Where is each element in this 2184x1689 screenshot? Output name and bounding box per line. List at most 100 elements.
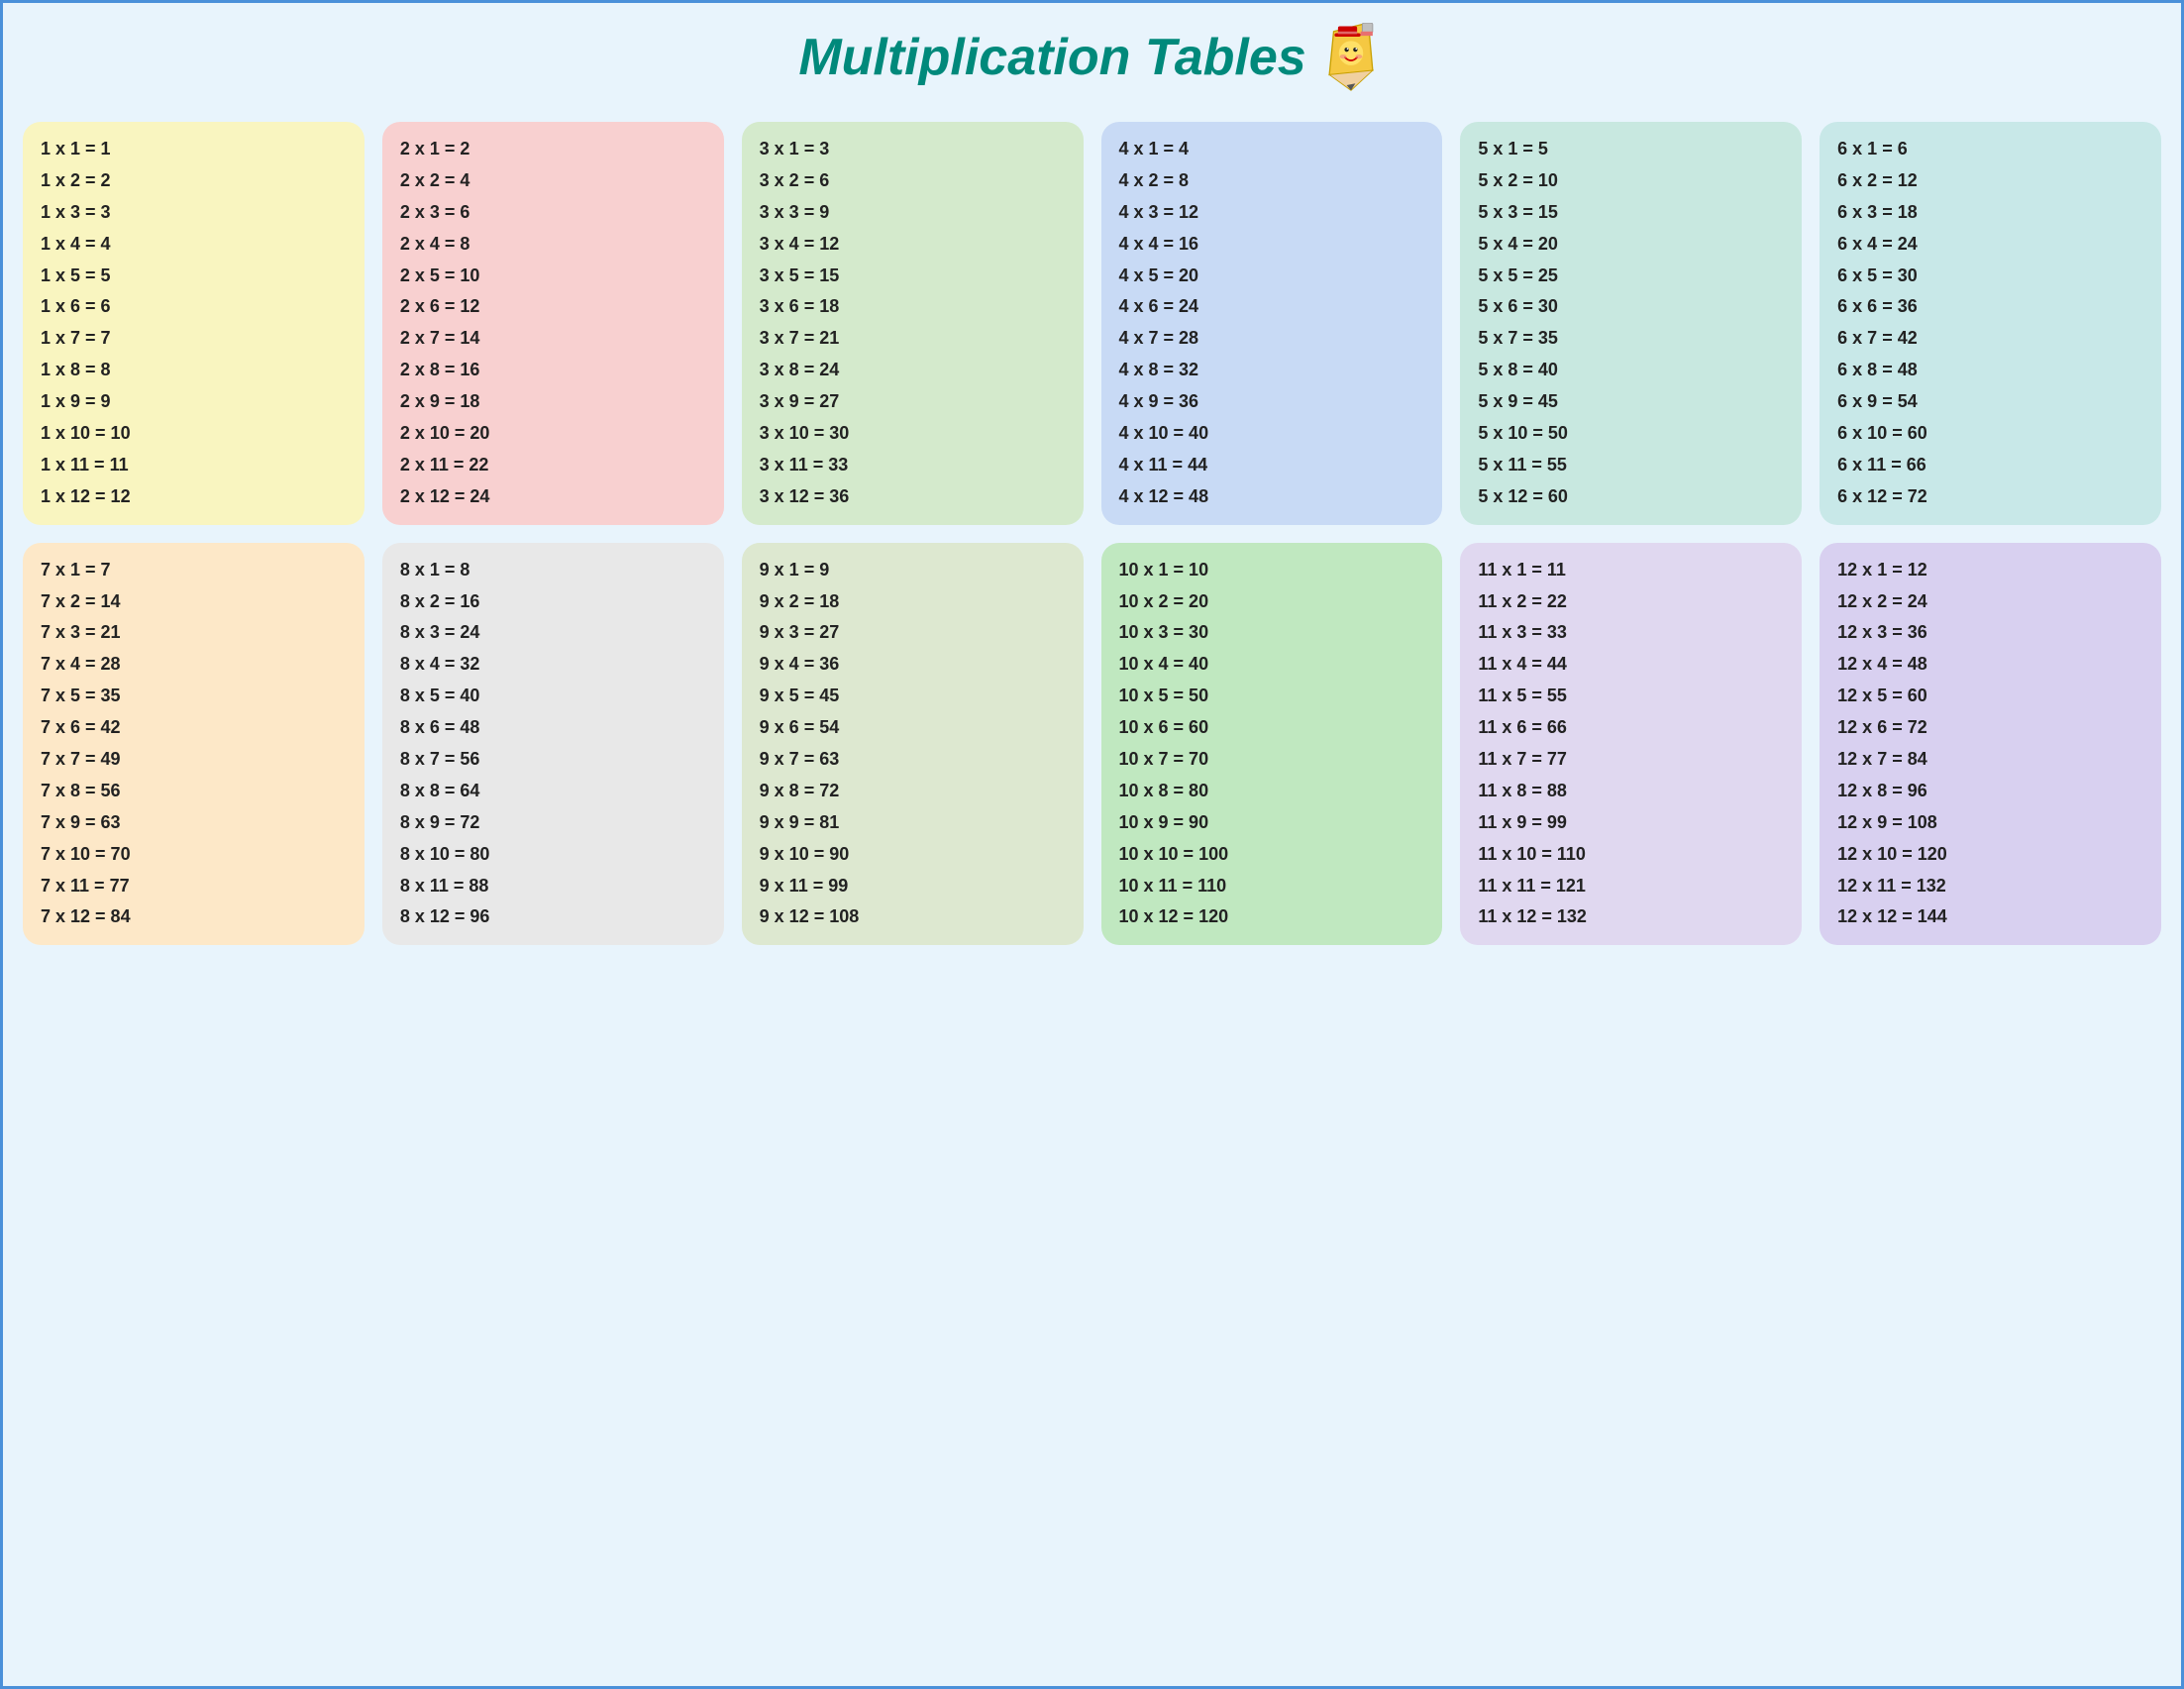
table-row: 2 x 5 = 10 — [400, 263, 706, 290]
table-row: 7 x 1 = 7 — [41, 557, 347, 584]
table-row: 3 x 2 = 6 — [760, 167, 1066, 195]
table-row: 11 x 5 = 55 — [1478, 683, 1784, 710]
table-row: 6 x 9 = 54 — [1837, 388, 2143, 416]
table-row: 7 x 8 = 56 — [41, 778, 347, 805]
table-row: 2 x 7 = 14 — [400, 325, 706, 353]
multiplication-table-12: 12 x 1 = 1212 x 2 = 2412 x 3 = 3612 x 4 … — [1820, 543, 2161, 946]
table-row: 5 x 4 = 20 — [1478, 231, 1784, 259]
table-row: 6 x 3 = 18 — [1837, 199, 2143, 227]
table-row: 10 x 5 = 50 — [1119, 683, 1425, 710]
table-row: 8 x 1 = 8 — [400, 557, 706, 584]
table-row: 5 x 9 = 45 — [1478, 388, 1784, 416]
table-row: 7 x 2 = 14 — [41, 588, 347, 616]
table-row: 3 x 9 = 27 — [760, 388, 1066, 416]
table-row: 1 x 2 = 2 — [41, 167, 347, 195]
table-row: 5 x 12 = 60 — [1478, 483, 1784, 511]
table-row: 1 x 3 = 3 — [41, 199, 347, 227]
table-row: 12 x 8 = 96 — [1837, 778, 2143, 805]
table-row: 8 x 12 = 96 — [400, 903, 706, 931]
table-row: 4 x 2 = 8 — [1119, 167, 1425, 195]
table-row: 3 x 11 = 33 — [760, 452, 1066, 479]
table-row: 3 x 4 = 12 — [760, 231, 1066, 259]
table-row: 2 x 2 = 4 — [400, 167, 706, 195]
table-row: 5 x 11 = 55 — [1478, 452, 1784, 479]
table-row: 4 x 11 = 44 — [1119, 452, 1425, 479]
table-row: 11 x 10 = 110 — [1478, 841, 1784, 869]
table-row: 10 x 10 = 100 — [1119, 841, 1425, 869]
table-row: 9 x 2 = 18 — [760, 588, 1066, 616]
table-row: 5 x 10 = 50 — [1478, 420, 1784, 448]
table-row: 1 x 12 = 12 — [41, 483, 347, 511]
multiplication-table-1: 1 x 1 = 11 x 2 = 21 x 3 = 31 x 4 = 41 x … — [23, 122, 364, 525]
table-row: 4 x 7 = 28 — [1119, 325, 1425, 353]
table-row: 11 x 4 = 44 — [1478, 651, 1784, 679]
multiplication-table-8: 8 x 1 = 88 x 2 = 168 x 3 = 248 x 4 = 328… — [382, 543, 724, 946]
table-row: 7 x 11 = 77 — [41, 873, 347, 900]
table-row: 6 x 8 = 48 — [1837, 357, 2143, 384]
table-row: 3 x 3 = 9 — [760, 199, 1066, 227]
title-area: Multiplication Tables — [23, 23, 2161, 92]
table-row: 8 x 3 = 24 — [400, 619, 706, 647]
table-row: 11 x 7 = 77 — [1478, 746, 1784, 774]
table-row: 2 x 1 = 2 — [400, 136, 706, 163]
table-row: 9 x 3 = 27 — [760, 619, 1066, 647]
table-row: 7 x 10 = 70 — [41, 841, 347, 869]
table-row: 6 x 12 = 72 — [1837, 483, 2143, 511]
pencil-icon — [1316, 23, 1386, 92]
table-row: 5 x 1 = 5 — [1478, 136, 1784, 163]
table-row: 6 x 7 = 42 — [1837, 325, 2143, 353]
table-row: 6 x 5 = 30 — [1837, 263, 2143, 290]
table-row: 9 x 6 = 54 — [760, 714, 1066, 742]
table-row: 8 x 4 = 32 — [400, 651, 706, 679]
table-row: 3 x 12 = 36 — [760, 483, 1066, 511]
table-row: 5 x 8 = 40 — [1478, 357, 1784, 384]
table-row: 1 x 7 = 7 — [41, 325, 347, 353]
table-row: 7 x 6 = 42 — [41, 714, 347, 742]
table-row: 10 x 9 = 90 — [1119, 809, 1425, 837]
table-row: 4 x 5 = 20 — [1119, 263, 1425, 290]
table-row: 11 x 2 = 22 — [1478, 588, 1784, 616]
table-row: 8 x 11 = 88 — [400, 873, 706, 900]
table-row: 4 x 12 = 48 — [1119, 483, 1425, 511]
table-row: 10 x 8 = 80 — [1119, 778, 1425, 805]
table-row: 2 x 10 = 20 — [400, 420, 706, 448]
table-row: 3 x 5 = 15 — [760, 263, 1066, 290]
table-row: 11 x 8 = 88 — [1478, 778, 1784, 805]
page-title: Multiplication Tables — [798, 28, 1305, 87]
table-row: 2 x 8 = 16 — [400, 357, 706, 384]
table-row: 12 x 7 = 84 — [1837, 746, 2143, 774]
multiplication-table-9: 9 x 1 = 99 x 2 = 189 x 3 = 279 x 4 = 369… — [742, 543, 1084, 946]
table-row: 4 x 4 = 16 — [1119, 231, 1425, 259]
table-row: 1 x 6 = 6 — [41, 293, 347, 321]
multiplication-table-5: 5 x 1 = 55 x 2 = 105 x 3 = 155 x 4 = 205… — [1460, 122, 1802, 525]
table-row: 4 x 9 = 36 — [1119, 388, 1425, 416]
table-row: 11 x 12 = 132 — [1478, 903, 1784, 931]
table-row: 5 x 6 = 30 — [1478, 293, 1784, 321]
table-row: 6 x 11 = 66 — [1837, 452, 2143, 479]
table-row: 9 x 12 = 108 — [760, 903, 1066, 931]
table-row: 3 x 8 = 24 — [760, 357, 1066, 384]
table-row: 1 x 11 = 11 — [41, 452, 347, 479]
table-row: 5 x 2 = 10 — [1478, 167, 1784, 195]
table-row: 11 x 6 = 66 — [1478, 714, 1784, 742]
table-row: 12 x 5 = 60 — [1837, 683, 2143, 710]
table-row: 1 x 5 = 5 — [41, 263, 347, 290]
table-row: 11 x 9 = 99 — [1478, 809, 1784, 837]
multiplication-table-6: 6 x 1 = 66 x 2 = 126 x 3 = 186 x 4 = 246… — [1820, 122, 2161, 525]
tables-grid: 1 x 1 = 11 x 2 = 21 x 3 = 31 x 4 = 41 x … — [23, 122, 2161, 945]
table-row: 10 x 3 = 30 — [1119, 619, 1425, 647]
table-row: 1 x 4 = 4 — [41, 231, 347, 259]
table-row: 8 x 7 = 56 — [400, 746, 706, 774]
table-row: 4 x 10 = 40 — [1119, 420, 1425, 448]
table-row: 12 x 9 = 108 — [1837, 809, 2143, 837]
table-row: 10 x 2 = 20 — [1119, 588, 1425, 616]
table-row: 7 x 3 = 21 — [41, 619, 347, 647]
table-row: 8 x 10 = 80 — [400, 841, 706, 869]
multiplication-table-3: 3 x 1 = 33 x 2 = 63 x 3 = 93 x 4 = 123 x… — [742, 122, 1084, 525]
table-row: 7 x 5 = 35 — [41, 683, 347, 710]
table-row: 9 x 8 = 72 — [760, 778, 1066, 805]
multiplication-table-7: 7 x 1 = 77 x 2 = 147 x 3 = 217 x 4 = 287… — [23, 543, 364, 946]
table-row: 11 x 11 = 121 — [1478, 873, 1784, 900]
table-row: 6 x 4 = 24 — [1837, 231, 2143, 259]
multiplication-table-11: 11 x 1 = 1111 x 2 = 2211 x 3 = 3311 x 4 … — [1460, 543, 1802, 946]
